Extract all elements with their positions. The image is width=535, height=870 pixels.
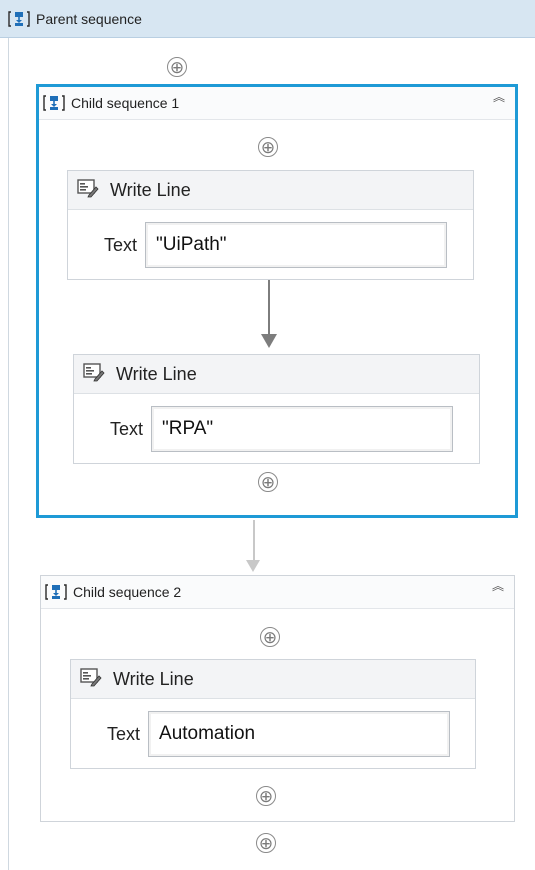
child-sequence-1-title: Child sequence 1 bbox=[71, 95, 180, 111]
parent-sequence-header[interactable]: Parent sequence bbox=[0, 0, 535, 38]
write-line-activity[interactable]: Write Line Text "RPA" bbox=[73, 354, 480, 464]
write-line-icon bbox=[79, 667, 103, 692]
write-line-title: Write Line bbox=[110, 179, 191, 200]
flow-connector bbox=[268, 280, 270, 336]
plus-glyph: ⊕ bbox=[260, 472, 276, 492]
child-sequence-2-header[interactable]: Child sequence 2 ︽ bbox=[41, 576, 514, 609]
write-line-body: Text "UiPath" bbox=[68, 210, 473, 280]
write-line-title: Write Line bbox=[113, 668, 194, 689]
add-activity-icon[interactable]: ⊕ bbox=[167, 57, 187, 77]
write-line-body: Text Automation bbox=[71, 699, 475, 769]
write-line-header[interactable]: Write Line bbox=[68, 171, 473, 210]
plus-glyph: ⊕ bbox=[258, 833, 274, 853]
collapse-icon[interactable]: ︽ bbox=[491, 91, 507, 111]
child-sequence-2-title: Child sequence 2 bbox=[73, 584, 182, 600]
text-field-input[interactable]: "UiPath" bbox=[145, 222, 448, 268]
plus-glyph: ⊕ bbox=[258, 786, 274, 806]
write-line-icon bbox=[76, 178, 100, 203]
write-line-header[interactable]: Write Line bbox=[71, 660, 475, 699]
write-line-activity[interactable]: Write Line Text "UiPath" bbox=[67, 170, 474, 280]
add-activity-icon[interactable]: ⊕ bbox=[256, 833, 276, 853]
sequence-icon bbox=[43, 94, 65, 112]
text-field-input[interactable]: "RPA" bbox=[151, 406, 454, 452]
collapse-icon[interactable]: ︽ bbox=[490, 580, 506, 600]
write-line-body: Text "RPA" bbox=[74, 394, 479, 464]
text-field-input[interactable]: Automation bbox=[148, 711, 451, 757]
flow-connector bbox=[253, 520, 255, 562]
add-activity-icon[interactable]: ⊕ bbox=[258, 137, 278, 157]
sequence-icon bbox=[45, 583, 67, 601]
flow-arrow-head bbox=[246, 560, 260, 572]
write-line-header[interactable]: Write Line bbox=[74, 355, 479, 394]
plus-glyph: ⊕ bbox=[169, 57, 185, 77]
child-sequence-1-header[interactable]: Child sequence 1 ︽ bbox=[39, 87, 515, 120]
text-field-label: Text bbox=[110, 418, 144, 439]
add-activity-icon[interactable]: ⊕ bbox=[258, 472, 278, 492]
parent-sequence-title: Parent sequence bbox=[36, 10, 142, 27]
sequence-icon bbox=[8, 10, 30, 28]
add-activity-icon[interactable]: ⊕ bbox=[260, 627, 280, 647]
text-field-label: Text bbox=[107, 723, 141, 744]
write-line-title: Write Line bbox=[116, 363, 197, 384]
flow-arrow-head bbox=[261, 334, 277, 348]
parent-sequence-border bbox=[8, 38, 9, 870]
plus-glyph: ⊕ bbox=[262, 627, 278, 647]
write-line-activity[interactable]: Write Line Text Automation bbox=[70, 659, 476, 769]
add-activity-icon[interactable]: ⊕ bbox=[256, 786, 276, 806]
text-field-label: Text bbox=[104, 234, 138, 255]
write-line-icon bbox=[82, 362, 106, 387]
plus-glyph: ⊕ bbox=[260, 137, 276, 157]
